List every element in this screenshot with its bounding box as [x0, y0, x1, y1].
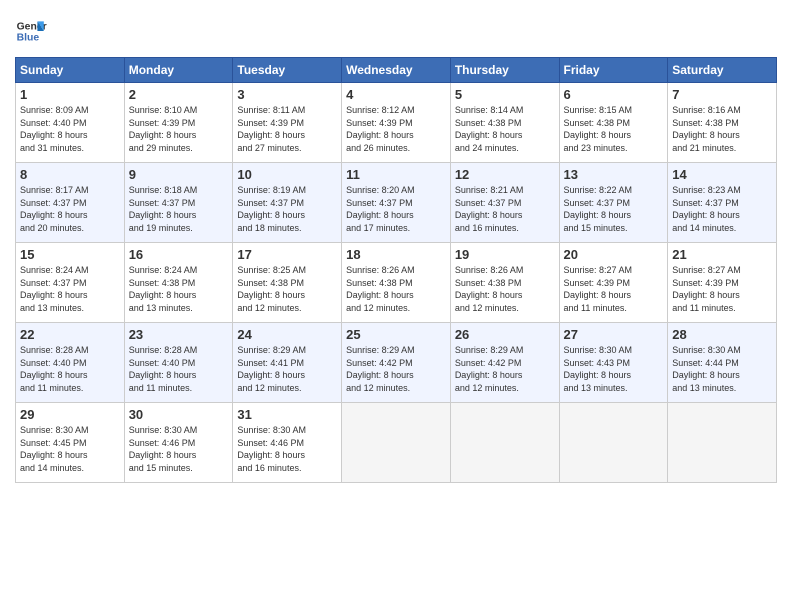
- logo: General Blue: [15, 15, 47, 47]
- calendar-row: 22Sunrise: 8:28 AMSunset: 4:40 PMDayligh…: [16, 323, 777, 403]
- logo-icon: General Blue: [15, 15, 47, 47]
- weekday-header: Thursday: [450, 58, 559, 83]
- calendar-cell: 16Sunrise: 8:24 AMSunset: 4:38 PMDayligh…: [124, 243, 233, 323]
- page-header: General Blue: [15, 15, 777, 47]
- calendar-cell: 22Sunrise: 8:28 AMSunset: 4:40 PMDayligh…: [16, 323, 125, 403]
- calendar-row: 15Sunrise: 8:24 AMSunset: 4:37 PMDayligh…: [16, 243, 777, 323]
- calendar-row: 1Sunrise: 8:09 AMSunset: 4:40 PMDaylight…: [16, 83, 777, 163]
- calendar-cell: 17Sunrise: 8:25 AMSunset: 4:38 PMDayligh…: [233, 243, 342, 323]
- calendar-cell: 4Sunrise: 8:12 AMSunset: 4:39 PMDaylight…: [342, 83, 451, 163]
- calendar-cell: 31Sunrise: 8:30 AMSunset: 4:46 PMDayligh…: [233, 403, 342, 483]
- calendar-cell: 3Sunrise: 8:11 AMSunset: 4:39 PMDaylight…: [233, 83, 342, 163]
- calendar-cell: 21Sunrise: 8:27 AMSunset: 4:39 PMDayligh…: [668, 243, 777, 323]
- calendar-cell: 25Sunrise: 8:29 AMSunset: 4:42 PMDayligh…: [342, 323, 451, 403]
- calendar-cell: 10Sunrise: 8:19 AMSunset: 4:37 PMDayligh…: [233, 163, 342, 243]
- calendar-cell: 14Sunrise: 8:23 AMSunset: 4:37 PMDayligh…: [668, 163, 777, 243]
- calendar-cell: 6Sunrise: 8:15 AMSunset: 4:38 PMDaylight…: [559, 83, 668, 163]
- calendar-body: 1Sunrise: 8:09 AMSunset: 4:40 PMDaylight…: [16, 83, 777, 483]
- calendar-cell: [450, 403, 559, 483]
- calendar-cell: 8Sunrise: 8:17 AMSunset: 4:37 PMDaylight…: [16, 163, 125, 243]
- calendar-cell: 15Sunrise: 8:24 AMSunset: 4:37 PMDayligh…: [16, 243, 125, 323]
- calendar-cell: 26Sunrise: 8:29 AMSunset: 4:42 PMDayligh…: [450, 323, 559, 403]
- weekday-header: Sunday: [16, 58, 125, 83]
- calendar-cell: 9Sunrise: 8:18 AMSunset: 4:37 PMDaylight…: [124, 163, 233, 243]
- calendar-row: 29Sunrise: 8:30 AMSunset: 4:45 PMDayligh…: [16, 403, 777, 483]
- calendar-cell: 12Sunrise: 8:21 AMSunset: 4:37 PMDayligh…: [450, 163, 559, 243]
- calendar-cell: 29Sunrise: 8:30 AMSunset: 4:45 PMDayligh…: [16, 403, 125, 483]
- calendar-cell: 28Sunrise: 8:30 AMSunset: 4:44 PMDayligh…: [668, 323, 777, 403]
- calendar-cell: 23Sunrise: 8:28 AMSunset: 4:40 PMDayligh…: [124, 323, 233, 403]
- weekday-header: Wednesday: [342, 58, 451, 83]
- calendar-cell: 5Sunrise: 8:14 AMSunset: 4:38 PMDaylight…: [450, 83, 559, 163]
- calendar-cell: [559, 403, 668, 483]
- weekday-header: Friday: [559, 58, 668, 83]
- calendar-cell: 13Sunrise: 8:22 AMSunset: 4:37 PMDayligh…: [559, 163, 668, 243]
- calendar-cell: 27Sunrise: 8:30 AMSunset: 4:43 PMDayligh…: [559, 323, 668, 403]
- calendar-cell: 11Sunrise: 8:20 AMSunset: 4:37 PMDayligh…: [342, 163, 451, 243]
- calendar-cell: 18Sunrise: 8:26 AMSunset: 4:38 PMDayligh…: [342, 243, 451, 323]
- weekday-header-row: SundayMondayTuesdayWednesdayThursdayFrid…: [16, 58, 777, 83]
- calendar-row: 8Sunrise: 8:17 AMSunset: 4:37 PMDaylight…: [16, 163, 777, 243]
- calendar-cell: 2Sunrise: 8:10 AMSunset: 4:39 PMDaylight…: [124, 83, 233, 163]
- calendar-cell: 24Sunrise: 8:29 AMSunset: 4:41 PMDayligh…: [233, 323, 342, 403]
- calendar-cell: [342, 403, 451, 483]
- calendar-cell: 30Sunrise: 8:30 AMSunset: 4:46 PMDayligh…: [124, 403, 233, 483]
- weekday-header: Saturday: [668, 58, 777, 83]
- calendar-table: SundayMondayTuesdayWednesdayThursdayFrid…: [15, 57, 777, 483]
- weekday-header: Monday: [124, 58, 233, 83]
- calendar-cell: 1Sunrise: 8:09 AMSunset: 4:40 PMDaylight…: [16, 83, 125, 163]
- calendar-cell: 7Sunrise: 8:16 AMSunset: 4:38 PMDaylight…: [668, 83, 777, 163]
- calendar-cell: [668, 403, 777, 483]
- calendar-cell: 19Sunrise: 8:26 AMSunset: 4:38 PMDayligh…: [450, 243, 559, 323]
- calendar-cell: 20Sunrise: 8:27 AMSunset: 4:39 PMDayligh…: [559, 243, 668, 323]
- svg-text:Blue: Blue: [17, 33, 40, 44]
- weekday-header: Tuesday: [233, 58, 342, 83]
